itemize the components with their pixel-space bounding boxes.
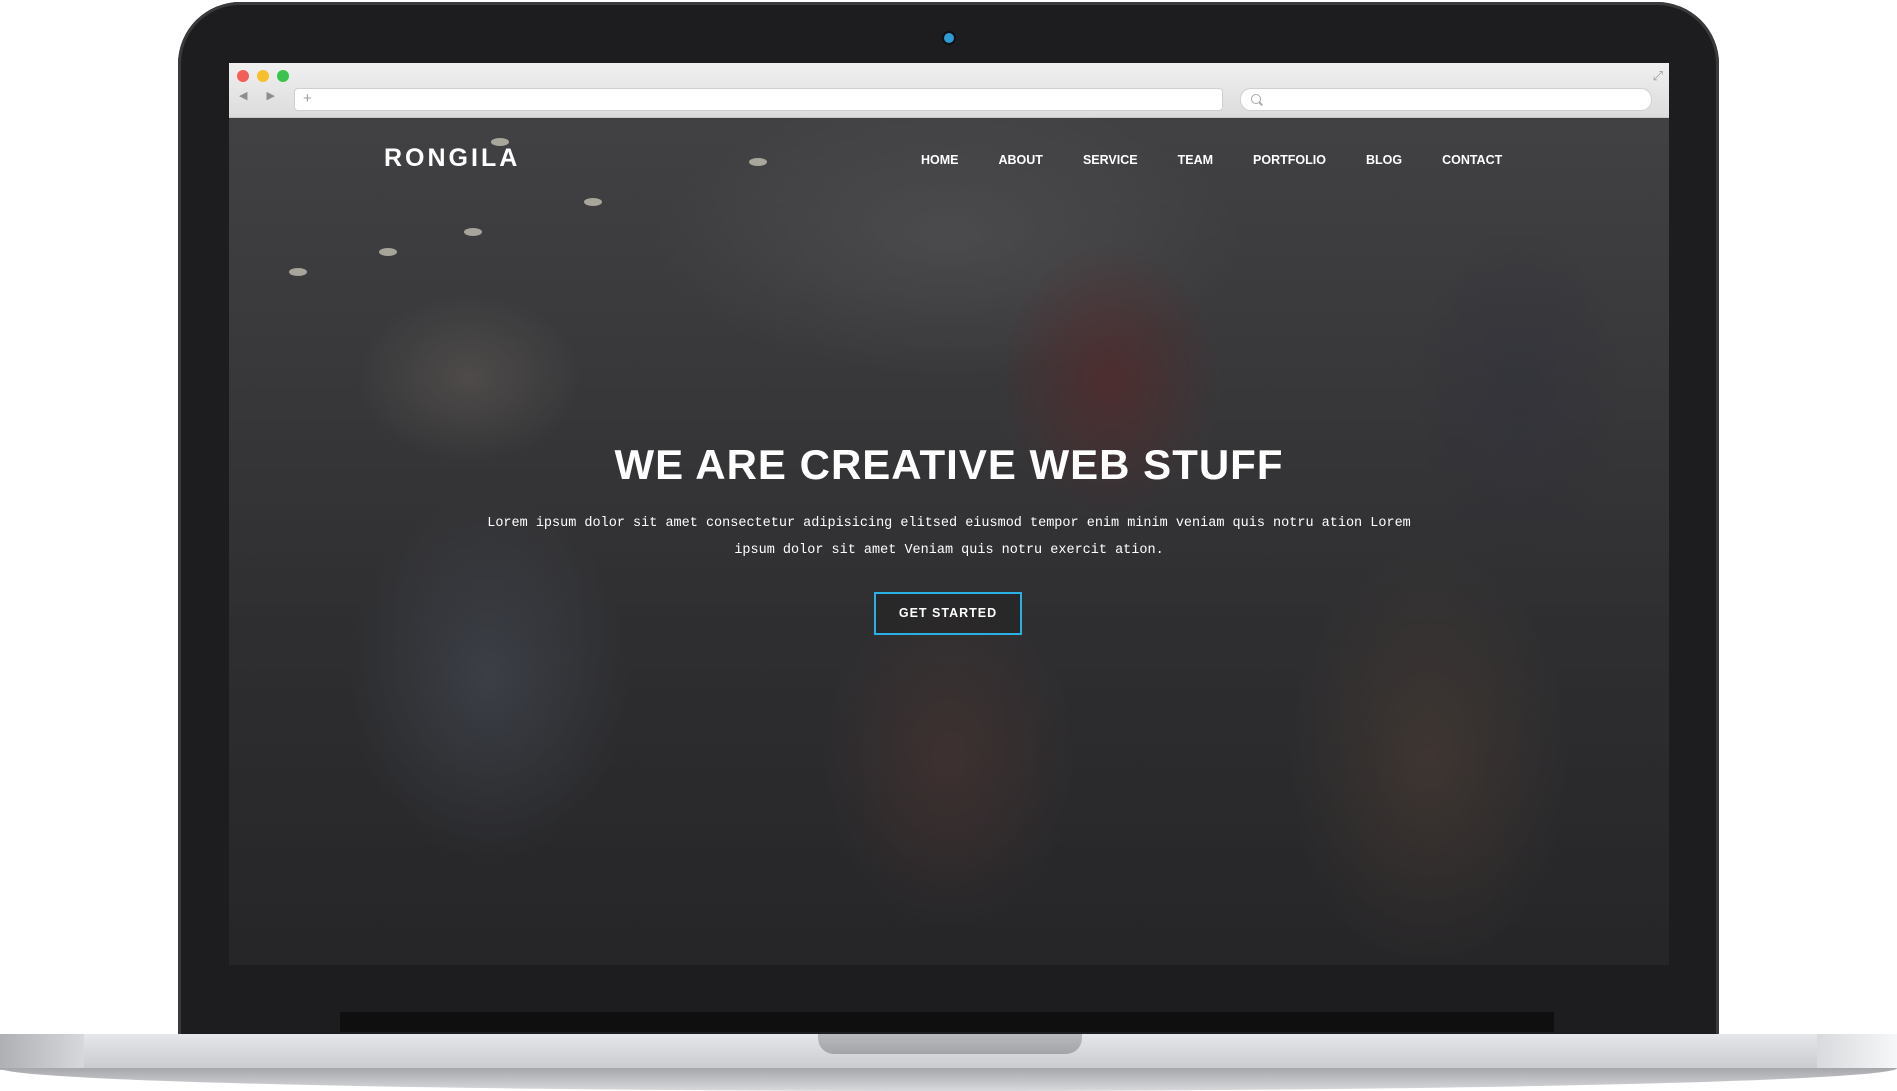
laptop-base-shade: [1817, 1034, 1897, 1070]
minimize-window-icon[interactable]: [257, 70, 269, 82]
hero-description: Lorem ipsum dolor sit amet consectetur a…: [487, 516, 1411, 558]
laptop-base-shade: [0, 1034, 84, 1070]
expand-icon[interactable]: ⤢: [1653, 69, 1663, 82]
camera-icon: [944, 33, 954, 43]
back-forward-icon[interactable]: ◀ ▶: [239, 89, 283, 102]
search-icon: [1251, 94, 1261, 104]
ceiling-light: [464, 228, 482, 236]
laptop-opening-notch: [818, 1034, 1082, 1054]
browser-window: ◀ ▶ + ⤢ RONGILA HOME ABOUT SERVICE TEAM: [229, 63, 1669, 965]
nav-item-team[interactable]: TEAM: [1178, 153, 1213, 167]
address-bar[interactable]: +: [294, 88, 1223, 111]
laptop-mockup: ◀ ▶ + ⤢ RONGILA HOME ABOUT SERVICE TEAM: [0, 0, 1897, 1091]
get-started-button[interactable]: GET STARTED: [874, 592, 1022, 635]
browser-search-input[interactable]: [1240, 88, 1652, 111]
site-logo[interactable]: RONGILA: [384, 144, 520, 173]
ceiling-light: [749, 158, 767, 166]
ceiling-light: [584, 198, 602, 206]
hero-title: WE ARE CREATIVE WEB STUFF: [614, 441, 1284, 488]
browser-toolbar: ◀ ▶ + ⤢: [229, 63, 1669, 118]
laptop-hinge: [340, 1012, 1554, 1032]
close-window-icon[interactable]: [237, 70, 249, 82]
ceiling-light: [379, 248, 397, 256]
new-tab-icon[interactable]: +: [303, 89, 312, 109]
main-nav: HOME ABOUT SERVICE TEAM PORTFOLIO BLOG C…: [921, 153, 1542, 167]
nav-item-about[interactable]: ABOUT: [999, 153, 1043, 167]
nav-item-blog[interactable]: BLOG: [1366, 153, 1402, 167]
zoom-window-icon[interactable]: [277, 70, 289, 82]
ceiling-light: [289, 268, 307, 276]
nav-item-portfolio[interactable]: PORTFOLIO: [1253, 153, 1326, 167]
laptop-base-foot: [0, 1068, 1897, 1091]
nav-item-home[interactable]: HOME: [921, 153, 959, 167]
hero-section: RONGILA HOME ABOUT SERVICE TEAM PORTFOLI…: [229, 118, 1669, 965]
nav-item-contact[interactable]: CONTACT: [1442, 153, 1502, 167]
nav-item-service[interactable]: SERVICE: [1083, 153, 1138, 167]
